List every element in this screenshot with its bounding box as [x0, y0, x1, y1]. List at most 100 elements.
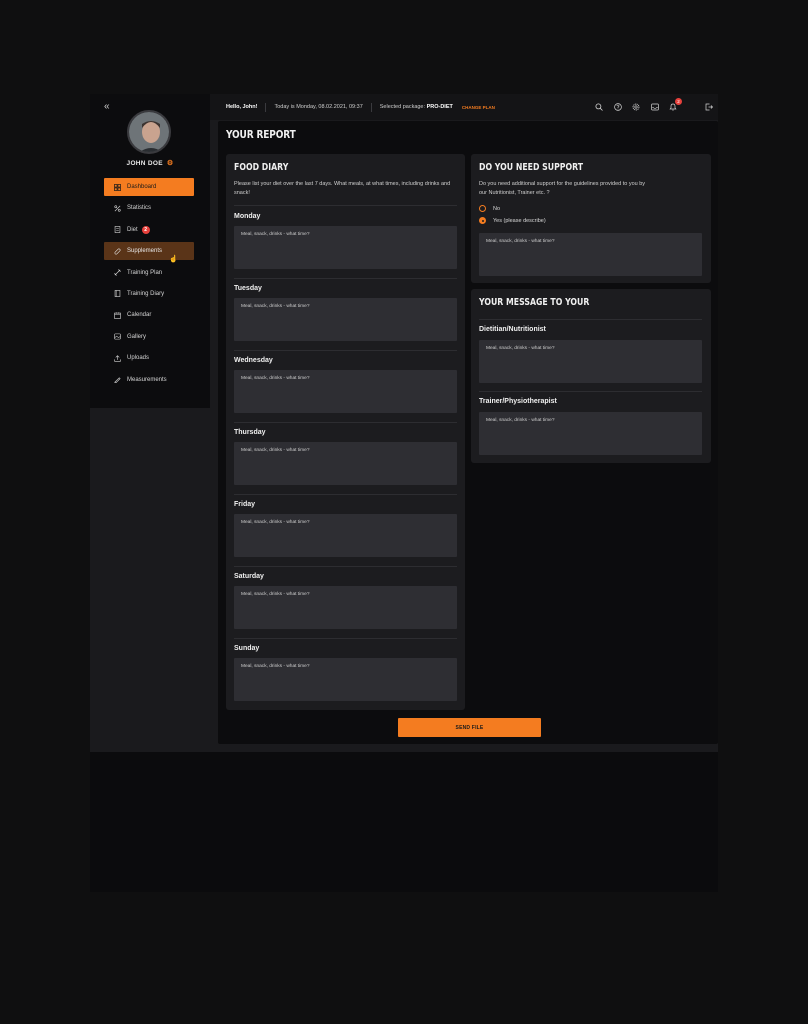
user-name-text: JOHN DOE: [126, 160, 163, 167]
book-icon: [114, 290, 121, 298]
package-name: PRO-DIET: [426, 104, 453, 110]
food-diary-description: Please list your diet over the last 7 da…: [234, 181, 451, 196]
day-label-monday: Monday: [234, 213, 261, 220]
sidebar-item-label: Uploads: [127, 355, 150, 362]
dumbbell-icon: [114, 269, 121, 276]
sidebar-item-label: Dashboard: [127, 184, 157, 190]
package-label: Selected package:: [379, 104, 426, 110]
dietitian-label: Dietitian/Nutritionist: [479, 326, 546, 333]
stats-icon: [114, 205, 121, 212]
divider: [234, 422, 457, 423]
tuesday-textarea[interactable]: Meal, snack, drinks - what time?: [234, 298, 457, 341]
divider: [479, 319, 702, 320]
change-plan-link[interactable]: CHANGE PLAN: [462, 105, 495, 110]
sidebar-item-uploads[interactable]: Uploads: [104, 349, 194, 367]
radio-yes-label: Yes (please describe): [493, 217, 546, 224]
sidebar-item-diet[interactable]: Diet 2: [104, 221, 194, 239]
support-title: DO YOU NEED SUPPORT: [479, 162, 584, 173]
pill-icon: [114, 248, 121, 255]
collapse-sidebar-icon[interactable]: «: [104, 101, 110, 112]
calendar-icon: [114, 312, 121, 319]
divider: [234, 638, 457, 639]
day-label-saturday: Saturday: [234, 573, 264, 580]
sunday-textarea[interactable]: Meal, snack, drinks - what time?: [234, 658, 457, 701]
user-name: JOHN DOE ⚙: [90, 159, 210, 167]
sidebar-nav: Dashboard Statistics Diet 2 Supplements …: [104, 178, 194, 392]
gallery-icon: [114, 333, 121, 340]
sidebar-item-calendar[interactable]: Calendar: [104, 306, 194, 324]
food-diary-card: FOOD DIARY Please list your diet over th…: [226, 154, 465, 710]
message-title: YOUR MESSAGE TO YOUR: [479, 297, 590, 308]
sidebar-item-label: Training Diary: [127, 290, 165, 297]
friday-textarea[interactable]: Meal, snack, drinks - what time?: [234, 514, 457, 557]
support-textarea[interactable]: Meal, snack, drinks - what time?: [479, 233, 702, 276]
divider: [234, 494, 457, 495]
main-content: YOUR REPORT FOOD DIARY Please list your …: [218, 121, 718, 744]
saturday-textarea[interactable]: Meal, snack, drinks - what time?: [234, 586, 457, 629]
divider: [234, 566, 457, 567]
hand-cursor-icon: ☝: [169, 256, 178, 264]
selected-package: Selected package: PRO-DIET: [380, 104, 453, 110]
food-diary-title: FOOD DIARY: [234, 162, 289, 173]
send-file-button[interactable]: SEND FILE: [398, 718, 541, 737]
inbox-icon[interactable]: [650, 103, 659, 111]
avatar[interactable]: [127, 110, 171, 154]
divider: [234, 278, 457, 279]
radio-no[interactable]: [479, 205, 486, 212]
divider: [234, 350, 457, 351]
app-window: « JOHN DOE ⚙ Dashboard Statistics Diet 2…: [90, 94, 718, 892]
upload-icon: [114, 354, 121, 362]
divider: [479, 391, 702, 392]
sidebar-item-label: Training Plan: [127, 269, 163, 276]
day-label-wednesday: Wednesday: [234, 357, 273, 364]
support-card: DO YOU NEED SUPPORT Do you need addition…: [471, 154, 711, 283]
day-label-thursday: Thursday: [234, 429, 266, 436]
settings-icon[interactable]: [632, 103, 640, 111]
settings-gear-icon[interactable]: ⚙: [167, 160, 174, 167]
sidebar-item-label: Calendar: [127, 312, 152, 319]
ruler-icon: [114, 376, 121, 384]
topbar-icons: 2: [585, 94, 719, 120]
greeting: Hello, John!: [226, 104, 258, 110]
sidebar-item-label: Supplements: [127, 248, 163, 255]
trainer-textarea[interactable]: Meal, snack, drinks - what time?: [479, 412, 702, 455]
dietitian-textarea[interactable]: Meal, snack, drinks - what time?: [479, 340, 702, 383]
diet-icon: [114, 226, 121, 234]
sidebar-item-training-plan[interactable]: Training Plan: [104, 264, 194, 282]
sidebar-item-gallery[interactable]: Gallery: [104, 328, 194, 346]
notification-badge: 2: [675, 98, 682, 105]
radio-yes[interactable]: [479, 217, 486, 224]
sidebar-item-label: Gallery: [127, 333, 147, 340]
diet-badge: 2: [141, 225, 150, 234]
support-option-yes[interactable]: Yes (please describe): [479, 217, 546, 224]
bell-icon[interactable]: 2: [669, 98, 682, 111]
sidebar-item-label: Diet: [127, 226, 138, 233]
thursday-textarea[interactable]: Meal, snack, drinks - what time?: [234, 442, 457, 485]
sidebar: « JOHN DOE ⚙ Dashboard Statistics Diet 2…: [90, 94, 210, 408]
current-date: Today is Monday, 08.02.2021, 09:37: [274, 104, 363, 110]
divider: [234, 205, 457, 206]
message-card: YOUR MESSAGE TO YOUR Dietitian/Nutrition…: [471, 289, 711, 463]
support-description: Do you need additional support for the g…: [479, 181, 646, 196]
radio-no-label: No: [493, 205, 501, 212]
search-icon[interactable]: [595, 103, 603, 111]
sidebar-item-supplements[interactable]: Supplements ☝: [104, 242, 194, 264]
day-label-friday: Friday: [234, 501, 256, 508]
sidebar-item-training-diary[interactable]: Training Diary: [104, 285, 194, 303]
topbar-divider: [265, 102, 267, 112]
sidebar-item-measurements[interactable]: Measurements: [104, 371, 194, 389]
day-label-sunday: Sunday: [234, 645, 260, 652]
sidebar-item-label: Statistics: [127, 205, 152, 212]
wednesday-textarea[interactable]: Meal, snack, drinks - what time?: [234, 370, 457, 413]
sidebar-item-dashboard[interactable]: Dashboard: [104, 178, 194, 196]
trainer-label: Trainer/Physiotherapist: [479, 398, 557, 405]
monday-textarea[interactable]: Meal, snack, drinks - what time?: [234, 226, 457, 269]
logout-icon[interactable]: [705, 103, 713, 111]
help-icon[interactable]: [613, 103, 622, 111]
page-title: YOUR REPORT: [226, 128, 296, 141]
sidebar-item-label: Measurements: [127, 376, 167, 383]
grid-icon: [114, 183, 121, 191]
day-label-tuesday: Tuesday: [234, 285, 262, 292]
sidebar-item-statistics[interactable]: Statistics: [104, 199, 194, 217]
support-option-no[interactable]: No: [479, 205, 500, 212]
